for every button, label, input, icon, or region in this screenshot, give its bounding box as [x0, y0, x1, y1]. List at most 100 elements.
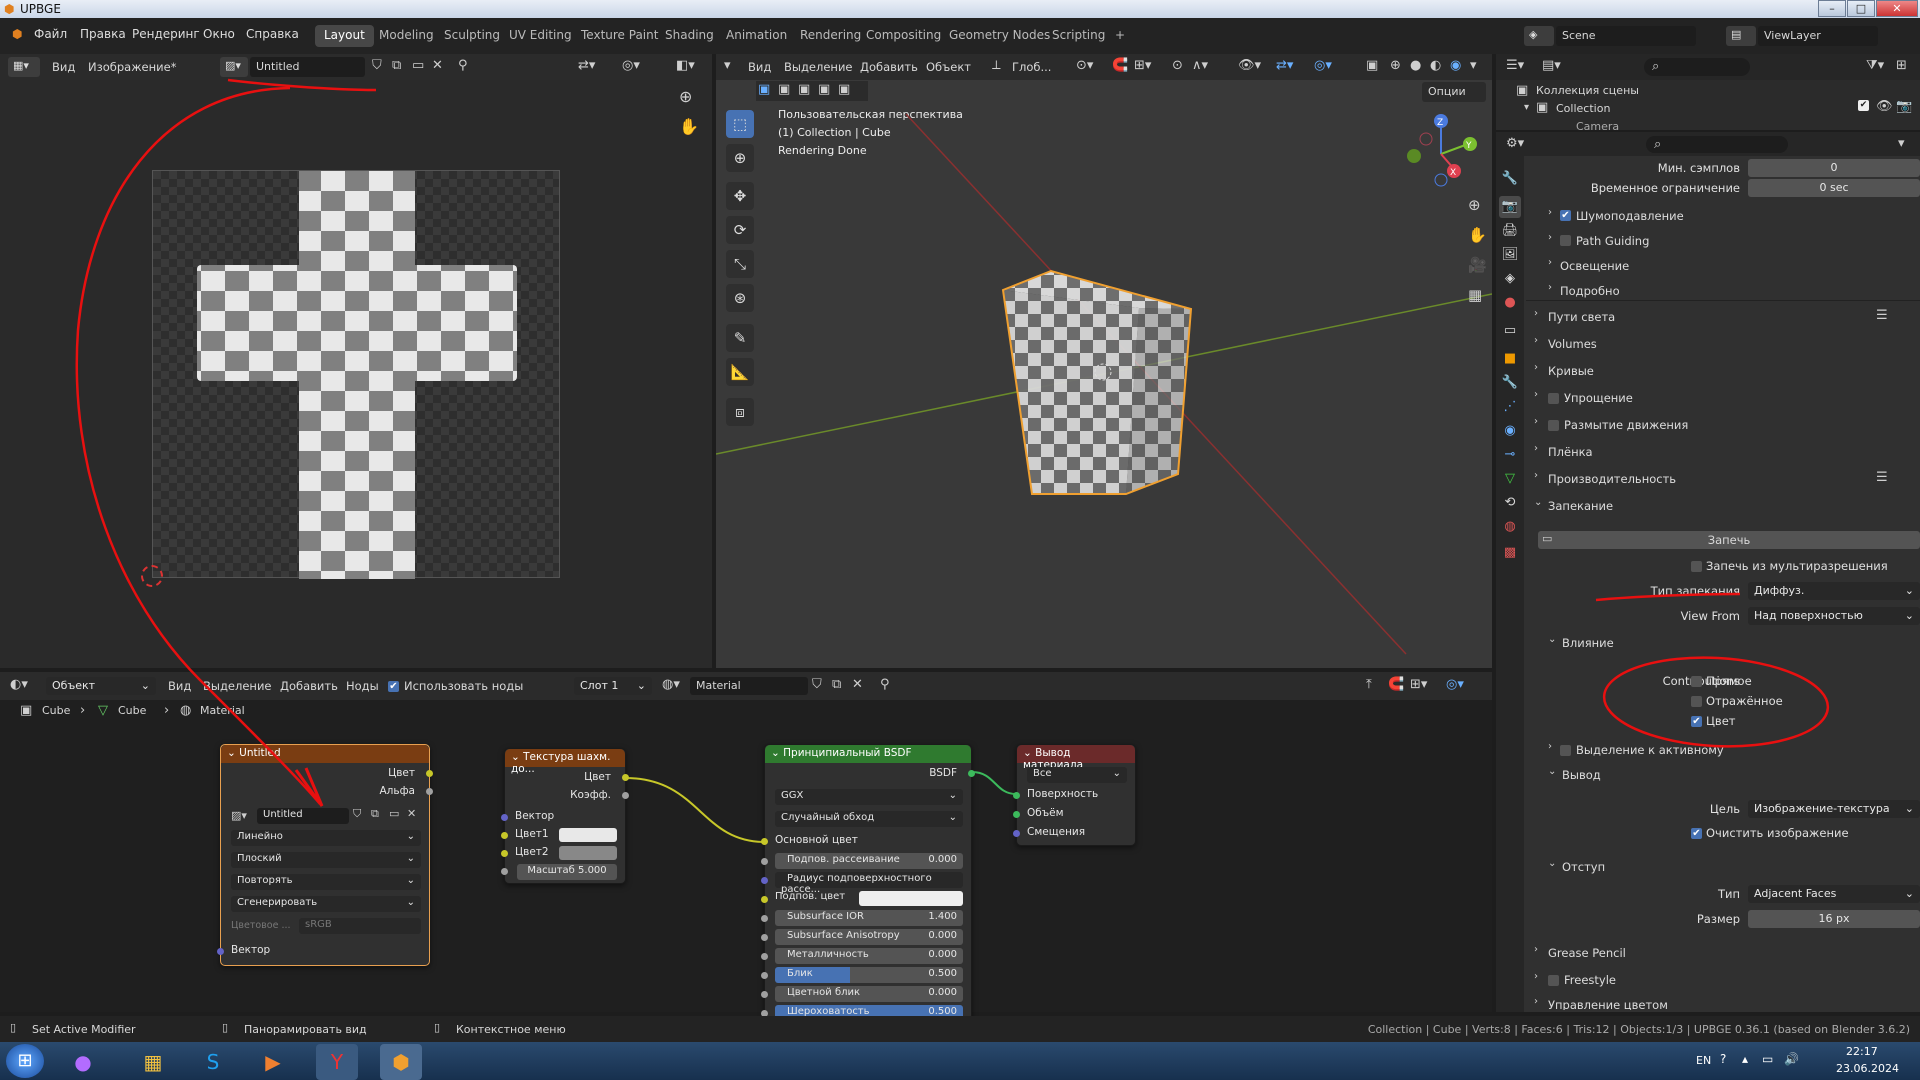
- color1-swatch[interactable]: [559, 828, 617, 842]
- world-tab-icon[interactable]: ●: [1499, 292, 1521, 314]
- data-tab-icon[interactable]: ▽: [1499, 468, 1521, 490]
- bsdf-input-field[interactable]: Блик 0.500: [775, 967, 963, 983]
- constraints-tab-icon[interactable]: ⊸: [1499, 444, 1521, 466]
- bsdf-input-socket[interactable]: [761, 953, 768, 960]
- margin-size-field[interactable]: 16 px: [1748, 910, 1920, 928]
- sel-active-arrow-icon[interactable]: ›: [1548, 741, 1552, 752]
- interpolation-dropdown[interactable]: Линейно ⌄: [231, 830, 421, 846]
- bsdf-out-socket[interactable]: [968, 770, 975, 777]
- path-guiding-arrow-icon[interactable]: ›: [1548, 232, 1552, 243]
- tray-expand-icon[interactable]: ▴: [1742, 1052, 1748, 1066]
- checker-scale-field[interactable]: Масштаб 5.000: [517, 864, 617, 880]
- volumes-arrow-icon[interactable]: ›: [1534, 335, 1538, 346]
- tab-sculpting[interactable]: Sculpting: [435, 25, 509, 47]
- bsdf-input-field[interactable]: Цветной блик 0.000: [775, 986, 963, 1002]
- image-browse-icon[interactable]: ▨▾: [220, 57, 248, 77]
- new-image-icon[interactable]: ⧉: [371, 807, 379, 821]
- pan-hand-icon[interactable]: ✋: [679, 117, 699, 136]
- checker-color2-socket[interactable]: [501, 850, 508, 857]
- menu-edit[interactable]: Правка: [80, 27, 126, 41]
- particles-tab-icon[interactable]: ⋰: [1499, 396, 1521, 418]
- denoise-section[interactable]: Шумоподавление: [1576, 209, 1684, 223]
- min-samples-field[interactable]: 0: [1748, 159, 1920, 177]
- presets-icon[interactable]: ☰: [1876, 308, 1888, 323]
- unlink-icon[interactable]: ✕: [407, 807, 416, 820]
- bsdf-input-socket[interactable]: [761, 972, 768, 979]
- color-mgmt-arrow-icon[interactable]: ›: [1534, 996, 1538, 1007]
- expand-arrow-icon[interactable]: ▾: [1524, 102, 1529, 113]
- grease-pencil-section[interactable]: Grease Pencil: [1548, 946, 1626, 960]
- tab-modeling[interactable]: Modeling: [370, 25, 443, 47]
- bsdf-input-field[interactable]: Subsurface IOR 1.400: [775, 910, 963, 926]
- camera-view-icon[interactable]: 🎥: [1468, 256, 1487, 274]
- denoise-checkbox[interactable]: ✔: [1560, 210, 1571, 221]
- menu-help[interactable]: Справка: [246, 27, 299, 41]
- lighting-section[interactable]: Освещение: [1560, 259, 1629, 273]
- denoise-arrow-icon[interactable]: ›: [1548, 207, 1552, 218]
- view-from-dropdown[interactable]: Над поверхностью ⌄: [1748, 607, 1920, 625]
- bsdf-input-field[interactable]: Подпов. цвет: [775, 891, 963, 907]
- new-collection-icon[interactable]: ⊞: [1896, 58, 1907, 73]
- menu-window[interactable]: Окно: [203, 27, 235, 41]
- target-dropdown[interactable]: Изображение-текстура ⌄: [1748, 800, 1920, 818]
- pin-icon[interactable]: ⚲: [458, 58, 468, 73]
- advanced-section[interactable]: Подробно: [1560, 284, 1620, 298]
- bsdf-node-header[interactable]: ⌄ Принципиальный BSDF: [765, 745, 971, 763]
- perf-presets-icon[interactable]: ☰: [1876, 470, 1888, 485]
- new-image-icon[interactable]: ⧉: [392, 58, 401, 73]
- checker-scale-socket[interactable]: [501, 868, 508, 875]
- influence-arrow-icon[interactable]: ⌄: [1548, 634, 1556, 645]
- margin-arrow-icon[interactable]: ⌄: [1548, 858, 1556, 869]
- explorer-icon[interactable]: ▦: [132, 1044, 174, 1080]
- bsdf-input-socket[interactable]: [761, 934, 768, 941]
- checker-color1-socket[interactable]: [501, 832, 508, 839]
- volume-socket[interactable]: [1013, 811, 1020, 818]
- advanced-arrow-icon[interactable]: ›: [1548, 282, 1552, 293]
- bsdf-input-socket[interactable]: [761, 896, 768, 903]
- menu-file[interactable]: Файл: [34, 27, 67, 41]
- camera-item[interactable]: Camera: [1576, 120, 1619, 130]
- view-layer-tab-icon[interactable]: 🖼: [1499, 244, 1521, 266]
- clock-date[interactable]: 23.06.2024: [1836, 1062, 1899, 1075]
- minimize-button[interactable]: –: [1818, 0, 1846, 17]
- scene-tab-icon[interactable]: ◈: [1499, 268, 1521, 290]
- bsdf-input-socket[interactable]: [761, 991, 768, 998]
- eye-icon[interactable]: 👁: [1876, 99, 1893, 114]
- bsdf-input-socket[interactable]: [761, 877, 768, 884]
- scene-selector[interactable]: Scene: [1556, 26, 1696, 46]
- image-texture-node[interactable]: ⌄ Untitled Цвет Альфа ▨▾ Untitled ⛉ ⧉ ▭ …: [217, 744, 433, 966]
- colorspace-dropdown[interactable]: sRGB: [299, 918, 421, 934]
- close-window-button[interactable]: ✕: [1876, 0, 1918, 17]
- bsdf-input-socket[interactable]: [761, 858, 768, 865]
- render-tab-icon[interactable]: 📷: [1499, 196, 1521, 218]
- node-image-name-field[interactable]: Untitled: [257, 808, 349, 824]
- clear-image-checkbox[interactable]: ✔: [1691, 828, 1702, 839]
- display-mode-icon[interactable]: ▤▾: [1542, 58, 1561, 73]
- collection-label[interactable]: Collection: [1556, 102, 1610, 115]
- yandex-browser-icon[interactable]: Y: [316, 1044, 358, 1080]
- performance-section[interactable]: Производительность: [1548, 472, 1676, 486]
- start-button[interactable]: ⊞: [6, 1044, 44, 1078]
- collection-tab-icon[interactable]: ▭: [1499, 320, 1521, 342]
- bsdf-input-field[interactable]: Подпов. рассеивание 0.000: [775, 853, 963, 869]
- media-player-icon[interactable]: ▶: [252, 1044, 294, 1080]
- ortho-toggle-icon[interactable]: ▦: [1468, 286, 1482, 304]
- open-image-icon[interactable]: ▭: [389, 807, 399, 820]
- margin-type-dropdown[interactable]: Adjacent Faces ⌄: [1748, 885, 1920, 903]
- light-paths-arrow-icon[interactable]: ›: [1534, 308, 1538, 319]
- filter-icon[interactable]: ⧩▾: [1866, 58, 1884, 73]
- image-canvas[interactable]: [152, 170, 560, 579]
- bake-section[interactable]: Запекание: [1548, 499, 1613, 513]
- node-editor[interactable]: ◐▾ Объект ⌄ Вид Выделение Добавить Ноды ✔…: [0, 672, 1492, 1021]
- source-dropdown[interactable]: Сгенерировать ⌄: [231, 896, 421, 912]
- alice-icon[interactable]: ●: [62, 1044, 104, 1080]
- contrib-indirect-checkbox[interactable]: [1691, 696, 1702, 707]
- output-target-dropdown[interactable]: Все ⌄: [1027, 767, 1127, 783]
- motion-blur-section[interactable]: Размытие движения: [1564, 418, 1688, 432]
- image-node-header[interactable]: ⌄ Untitled: [221, 745, 429, 763]
- checker-out-fac-socket[interactable]: [622, 792, 629, 799]
- sel-active-checkbox[interactable]: [1560, 745, 1571, 756]
- bsdf-input-field[interactable]: Металличность 0.000: [775, 948, 963, 964]
- viewlayer-icon[interactable]: ▤: [1726, 26, 1756, 46]
- blender-logo-icon[interactable]: ⬢: [12, 27, 22, 41]
